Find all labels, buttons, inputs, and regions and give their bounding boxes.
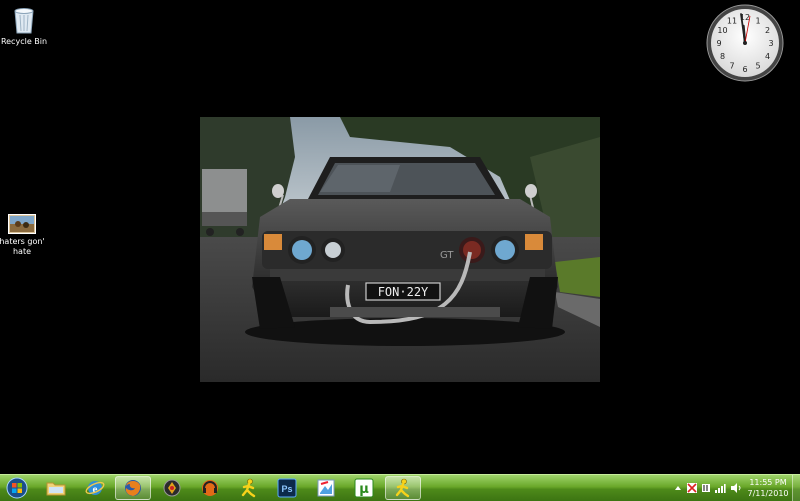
taskbar-internet-explorer-button[interactable]: e [77,476,113,500]
volume-icon[interactable] [730,482,742,494]
haters-gon-hate-label: haters gon' hate [0,237,45,256]
taskbar-explorer-button[interactable] [38,476,74,500]
aim-icon [241,478,256,498]
internet-explorer-icon: e [85,481,105,496]
clock-number: 1 [755,17,760,26]
folder-icon [46,482,66,496]
clock-number: 3 [768,39,773,48]
desktop-icon-haters-gon-hate[interactable]: haters gon' hate [0,214,47,257]
tray-clock[interactable]: 11:55 PM 7/11/2010 [744,477,792,499]
taskbar-winamp-button[interactable] [154,476,190,500]
music-player-icon [202,480,218,496]
svg-text:Ps: Ps [281,484,292,494]
taskbar-firefox-button[interactable] [115,476,151,500]
clock-number: 7 [729,62,734,71]
wallpaper-car-photo: GT FON·22Y [200,117,600,382]
clock-number: 4 [765,52,770,61]
taskbar: e Ps µ 11:55 PM 7/11/2010 [0,474,800,501]
clock-number: 10 [717,26,727,35]
taskbar-aim-window-button[interactable] [385,476,421,500]
taskbar-paint-button[interactable] [308,476,344,500]
taskbar-utorrent-button[interactable]: µ [346,476,382,500]
tray-time: 11:55 PM [749,478,787,487]
tray-date: 7/11/2010 [747,489,789,498]
recycle-bin-label: Recycle Bin [0,37,48,46]
clock-number: 8 [720,52,725,61]
winamp-icon [163,479,181,497]
paint-icon [317,479,335,497]
clock-number: 6 [742,65,747,74]
start-button[interactable] [2,475,32,501]
show-desktop-button[interactable] [792,475,800,501]
action-center-icon[interactable] [700,482,712,494]
clock-number: 9 [716,39,721,48]
utorrent-icon: µ [354,478,374,498]
taskbar-music-player-button[interactable] [192,476,228,500]
clock-number: 5 [755,62,760,71]
clock-number: 2 [765,26,770,35]
clock-gadget[interactable]: 12 1234567891011 [706,4,784,82]
network-signal-icon[interactable] [714,482,726,494]
taskbar-photoshop-button[interactable]: Ps [269,476,305,500]
show-hidden-icons-icon[interactable] [672,482,684,494]
taskbar-aim-button[interactable] [231,476,267,500]
desktop-icon-recycle-bin[interactable]: Recycle Bin [0,5,48,47]
license-plate: FON·22Y [378,285,429,299]
clock-number: 11 [727,17,737,26]
windows-orb-icon [6,477,28,499]
tray-app-icon[interactable] [686,482,698,494]
svg-text:µ: µ [359,482,369,497]
firefox-icon [125,480,141,496]
image-file-icon [8,214,36,234]
gt-badge: GT [440,250,454,261]
svg-text:e: e [93,484,98,496]
recycle-bin-icon [14,8,34,34]
aim-icon [395,478,410,498]
photoshop-icon: Ps [277,478,297,498]
